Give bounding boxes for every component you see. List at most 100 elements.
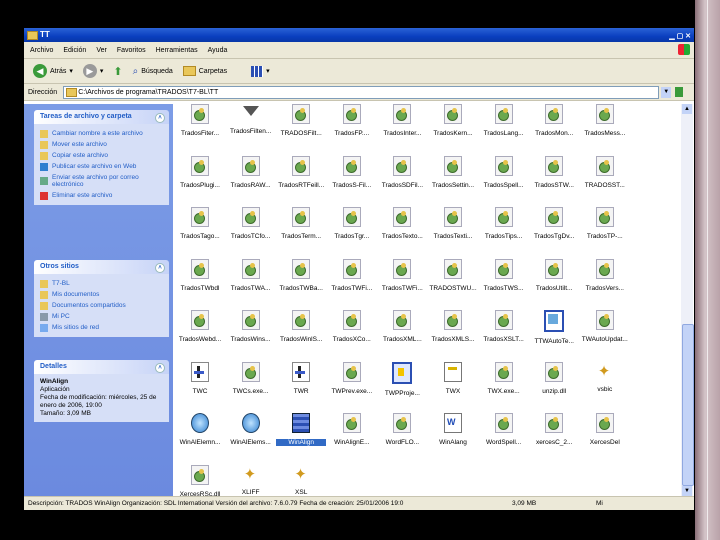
file-item[interactable]: vsbic [580, 362, 630, 393]
sidebar-link[interactable]: Publicar este archivo en Web [40, 161, 165, 172]
file-item[interactable]: TradosPlugi... [175, 155, 225, 189]
file-item[interactable]: TradosLang... [479, 104, 529, 137]
file-item[interactable]: TradosRTFeill... [276, 155, 326, 189]
menu-item[interactable]: Archivo [30, 47, 53, 54]
file-item[interactable]: WinAlElems... [226, 413, 276, 446]
file-item[interactable]: TradosTWFi... [377, 258, 427, 292]
file-item[interactable]: TradosSpell... [479, 155, 529, 189]
sidebar-link[interactable]: Eliminar este archivo [40, 190, 165, 201]
menu-item[interactable]: Ayuda [208, 47, 228, 54]
sidebar-link[interactable]: Mis sitios de red [40, 322, 165, 333]
file-item[interactable]: TradosRAW... [226, 155, 276, 189]
scroll-down-button[interactable]: ▼ [682, 486, 692, 496]
file-item[interactable]: TradosSDFil... [377, 155, 427, 189]
file-item[interactable]: TradosXMLS... [428, 310, 478, 343]
file-item[interactable]: XSL [276, 465, 326, 496]
file-item[interactable]: WordFLO... [377, 413, 427, 446]
file-item[interactable]: xercesC_2... [529, 413, 579, 446]
title-bar[interactable]: TT ▁ ▢ ✕ [24, 28, 694, 42]
file-item[interactable]: TradosFP.... [327, 104, 377, 137]
file-item[interactable]: TradosTgDv... [529, 207, 579, 240]
menu-item[interactable]: Ver [96, 47, 107, 54]
file-item[interactable]: TradosTexto... [377, 207, 427, 240]
file-item[interactable]: TradosTWS... [479, 258, 529, 292]
file-item[interactable]: TradosSettin... [428, 155, 478, 189]
collapse-icon[interactable]: ˄ [155, 113, 165, 123]
file-item[interactable]: XLIFF [226, 465, 276, 496]
back-button[interactable]: ◀ Atrás ▾ [30, 64, 76, 78]
file-item[interactable]: TradosVers... [580, 258, 630, 292]
file-item[interactable]: unzip.dll [529, 361, 579, 395]
file-item[interactable]: TradosWinlS... [276, 310, 326, 343]
file-item[interactable]: TradosSTW... [529, 155, 579, 189]
file-item[interactable]: WordSpell... [479, 413, 529, 446]
views-button[interactable]: ▾ [248, 65, 273, 77]
sidebar-link[interactable]: Enviar este archivo por correo electróni… [40, 172, 165, 190]
file-item[interactable]: TradosMess... [580, 104, 630, 137]
sidebar-link[interactable]: Cambiar nombre a este archivo [40, 128, 165, 139]
up-folder-button[interactable]: ⬆ [110, 65, 125, 78]
file-item[interactable]: TradosTips... [479, 207, 529, 240]
file-item[interactable]: TradosTCfo... [226, 207, 276, 240]
file-item[interactable]: XercesDel [580, 413, 630, 446]
vertical-scrollbar[interactable]: ▲ ▼ [681, 104, 694, 496]
file-item[interactable]: TradosTWFi... [327, 258, 377, 292]
folders-button[interactable]: Carpetas [180, 66, 230, 76]
file-item[interactable]: TradosXML... [377, 310, 427, 343]
sidebar-link[interactable]: Documentos compartidos [40, 300, 165, 311]
file-item[interactable]: TradosFilten... [226, 104, 276, 135]
file-item[interactable]: TradosMon... [529, 104, 579, 137]
file-item[interactable]: TradosKern... [428, 104, 478, 137]
sidebar-link[interactable]: Copiar este archivo [40, 150, 165, 161]
file-item[interactable]: WinAlign [276, 413, 327, 446]
file-item[interactable]: TradosTWbdl [175, 258, 225, 292]
go-button[interactable] [675, 87, 684, 97]
file-item[interactable]: TRADOSFilt... [276, 104, 326, 137]
collapse-icon[interactable]: ˄ [155, 263, 165, 273]
file-item[interactable]: TWCs.exe... [226, 361, 276, 395]
other-places-header[interactable]: Otros sitios ˄ [34, 260, 169, 274]
menu-item[interactable]: Favoritos [117, 47, 146, 54]
file-item[interactable]: TradosTexti... [428, 207, 478, 240]
sidebar-link[interactable]: Mover este archivo [40, 139, 165, 150]
file-item[interactable]: TradosWebd... [175, 310, 225, 343]
details-header[interactable]: Detalles ˄ [34, 360, 169, 374]
file-item[interactable]: TradosUtilt... [529, 258, 579, 292]
file-item[interactable]: TWR [276, 361, 326, 395]
file-item[interactable]: XercesRSc.dll [175, 464, 225, 496]
file-item[interactable]: TradosS-Fil... [327, 155, 377, 189]
sidebar-link[interactable]: Mi PC [40, 311, 165, 322]
file-item[interactable]: TradosTWA... [226, 258, 276, 292]
file-tasks-header[interactable]: Tareas de archivo y carpeta ˄ [34, 110, 169, 124]
file-item[interactable]: TradosTgr... [327, 207, 377, 240]
collapse-icon[interactable]: ˄ [155, 363, 165, 373]
file-item[interactable]: TRADOSTWU... [428, 258, 478, 292]
file-item[interactable]: WinAlElemn... [175, 413, 225, 446]
file-item[interactable]: TWPrev.exe... [327, 361, 377, 395]
address-dropdown-button[interactable]: ▼ [661, 86, 672, 98]
file-item[interactable]: TTWAutoTe... [529, 310, 579, 345]
scroll-up-button[interactable]: ▲ [682, 104, 692, 114]
file-item[interactable]: TradosFiter... [175, 104, 225, 137]
file-item[interactable]: TradosInter... [377, 104, 427, 137]
file-item[interactable]: TWAutoUpdat... [580, 310, 630, 343]
scrollbar-thumb[interactable] [682, 324, 694, 486]
file-item[interactable]: TradosXSLT... [479, 310, 529, 343]
file-item[interactable]: TWX [428, 361, 478, 395]
file-item[interactable]: TradosTerm... [276, 207, 326, 240]
search-button[interactable]: ⌕ Búsqueda [130, 66, 176, 77]
menu-item[interactable]: Edición [63, 47, 86, 54]
file-item[interactable]: TWC [175, 361, 225, 395]
file-item[interactable]: TradosTWBa... [276, 258, 326, 292]
file-item[interactable]: TWPProje... [377, 361, 427, 397]
file-item[interactable]: TRADOSST... [580, 155, 630, 189]
file-item[interactable]: WinAlang [428, 413, 478, 446]
menu-item[interactable]: Herramientas [156, 47, 198, 54]
file-item[interactable]: TradosXCo... [327, 310, 377, 343]
forward-button[interactable]: ▶ ▾ [80, 64, 107, 78]
file-item[interactable]: WinAlignE... [327, 413, 377, 446]
address-input[interactable]: C:\Archivos de programa\TRADOS\T7-BL\TT [63, 85, 660, 99]
sidebar-link[interactable]: T7-BL [40, 278, 165, 289]
file-item[interactable]: TradosWins... [226, 310, 276, 343]
file-item[interactable]: TradosTP-... [580, 207, 630, 240]
